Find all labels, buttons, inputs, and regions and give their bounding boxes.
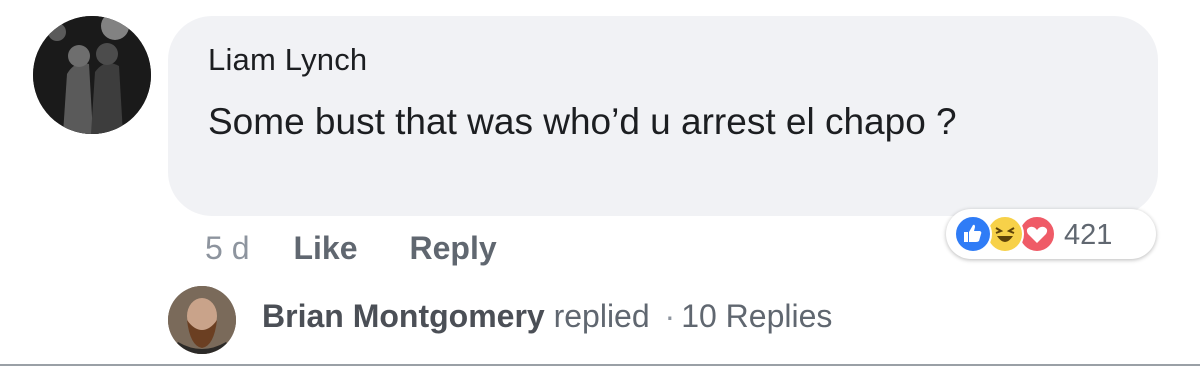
replier-name[interactable]: Brian Montgomery — [262, 298, 545, 334]
comment-actions: 5 d Like Reply — [205, 226, 549, 270]
reply-count[interactable]: 10 Replies — [681, 298, 832, 334]
commenter-avatar[interactable] — [33, 16, 151, 134]
reply-button[interactable]: Reply — [410, 230, 497, 267]
avatar-photo — [33, 16, 151, 134]
replier-avatar-photo — [168, 286, 236, 354]
separator-dot: · — [664, 298, 676, 334]
comment-timestamp[interactable]: 5 d — [205, 230, 249, 267]
reply-summary[interactable]: Brian Montgomery replied · 10 Replies — [262, 298, 832, 335]
replied-text: replied — [553, 298, 650, 334]
reactions-summary[interactable]: 421 — [946, 209, 1156, 259]
like-icon — [954, 215, 992, 253]
reaction-count: 421 — [1064, 219, 1113, 251]
comment-text: Some bust that was who’d u arrest el cha… — [208, 101, 957, 142]
comment-bubble: Liam Lynch Some bust that was who’d u ar… — [168, 16, 1158, 216]
comment-author-name[interactable]: Liam Lynch — [208, 42, 367, 78]
like-button[interactable]: Like — [293, 230, 357, 267]
replier-avatar[interactable] — [168, 286, 236, 354]
